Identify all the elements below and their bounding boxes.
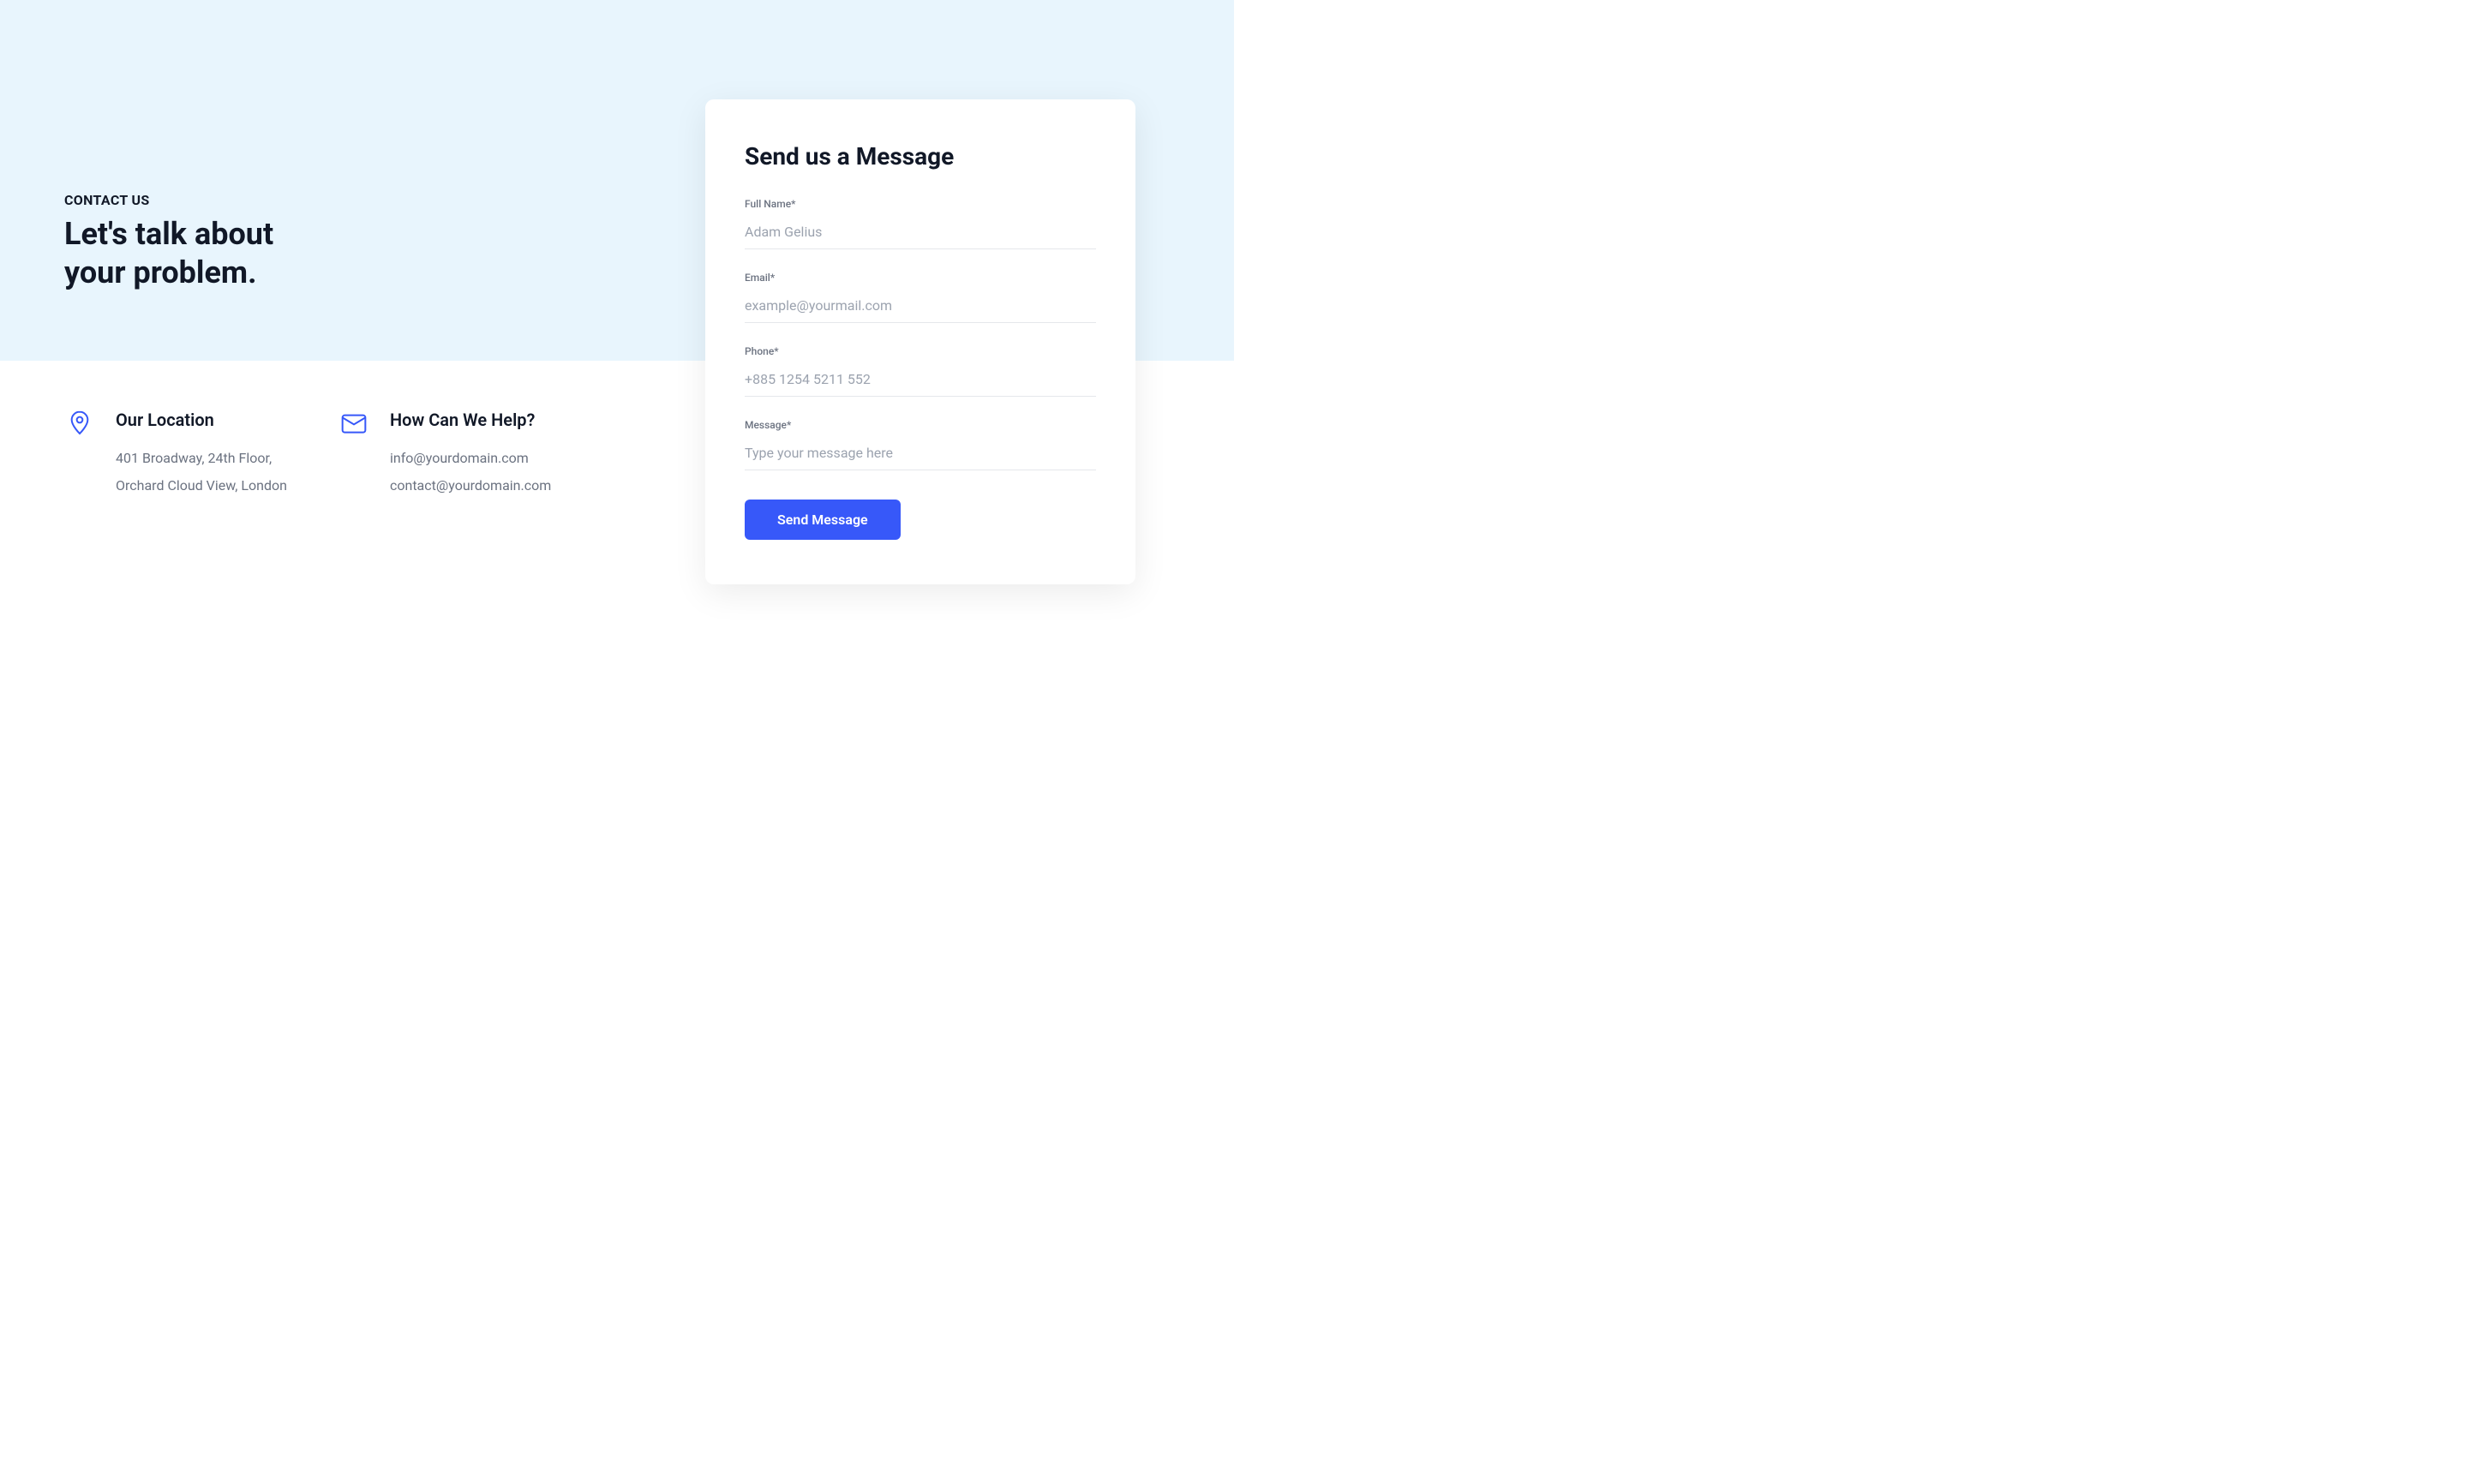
info-section: Our Location 401 Broadway, 24th Floor, O… (64, 410, 551, 501)
message-field: Message* (745, 419, 1096, 470)
location-block: Our Location 401 Broadway, 24th Floor, O… (64, 410, 287, 501)
help-emails: info@yourdomain.com contact@yourdomain.c… (390, 447, 551, 496)
mail-icon (338, 410, 369, 440)
phone-field: Phone* (745, 345, 1096, 397)
help-email1: info@yourdomain.com (390, 447, 551, 470)
fullname-input[interactable] (745, 220, 1096, 249)
message-label: Message* (745, 419, 1096, 431)
message-input[interactable] (745, 441, 1096, 470)
contact-eyebrow: CONTACT US (64, 192, 313, 208)
send-message-button[interactable]: Send Message (745, 500, 901, 540)
email-field: Email* (745, 272, 1096, 323)
help-title: How Can We Help? (390, 410, 551, 430)
phone-input[interactable] (745, 368, 1096, 397)
location-line2: Orchard Cloud View, London (116, 475, 287, 497)
location-address: 401 Broadway, 24th Floor, Orchard Cloud … (116, 447, 287, 496)
headline: Let's talk about your problem. (64, 215, 313, 292)
contact-form-card: Send us a Message Full Name* Email* Phon… (705, 99, 1135, 584)
location-title: Our Location (116, 410, 287, 430)
email-input[interactable] (745, 294, 1096, 323)
location-content: Our Location 401 Broadway, 24th Floor, O… (116, 410, 287, 501)
fullname-field: Full Name* (745, 198, 1096, 249)
help-email2: contact@yourdomain.com (390, 475, 551, 497)
email-label: Email* (745, 272, 1096, 284)
location-line1: 401 Broadway, 24th Floor, (116, 447, 287, 470)
fullname-label: Full Name* (745, 198, 1096, 210)
phone-label: Phone* (745, 345, 1096, 357)
help-block: How Can We Help? info@yourdomain.com con… (338, 410, 551, 501)
header-block: CONTACT US Let's talk about your problem… (64, 192, 313, 292)
help-content: How Can We Help? info@yourdomain.com con… (390, 410, 551, 501)
location-pin-icon (64, 410, 95, 440)
form-title: Send us a Message (745, 142, 1096, 171)
